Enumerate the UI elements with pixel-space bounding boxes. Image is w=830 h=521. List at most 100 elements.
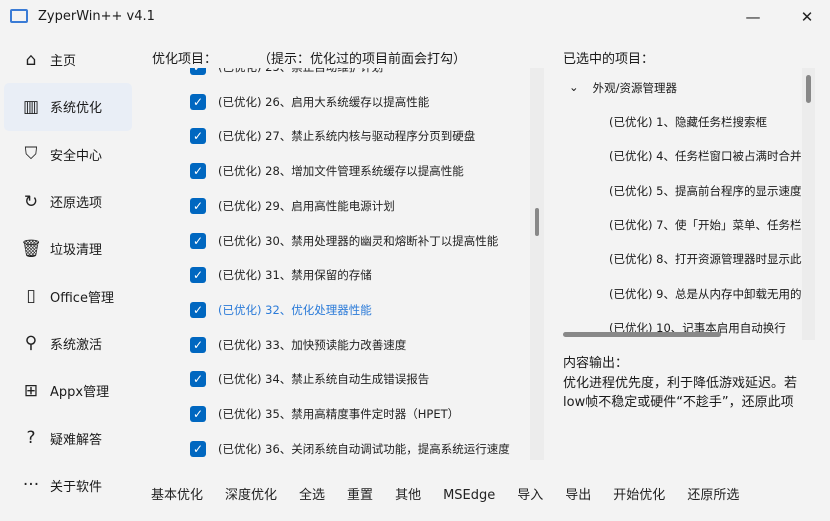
checkbox[interactable]: ✓ xyxy=(190,301,206,318)
action-button-1[interactable]: 深度优化 xyxy=(214,486,288,506)
sidebar-item-1[interactable]: ▥ 系统优化 xyxy=(4,83,132,131)
list-item[interactable]: ✓ (已优化) 34、禁止系统自动生成错误报告 xyxy=(190,369,429,389)
selected-tree: ⌄ 外观/资源管理器 (已优化) 1、隐藏任务栏搜索框 (已优化) 4、任务栏窗口被… xyxy=(557,68,815,340)
checkbox[interactable]: ✓ xyxy=(190,440,206,457)
checkbox[interactable]: ✓ xyxy=(190,371,206,388)
list-item[interactable]: ✓ (已优化) 33、加快预读能力改善速度 xyxy=(190,335,406,355)
sidebar-item-2[interactable]: ⛉ 安全中心 xyxy=(4,131,132,178)
tree-item[interactable]: (已优化) 1、隐藏任务栏搜索框 xyxy=(609,114,767,130)
sidebar-item-6[interactable]: ⚲ 系统激活 xyxy=(4,320,132,367)
nav-icon: ⛉ xyxy=(24,144,38,165)
sidebar-item-label: 系统优化 xyxy=(50,101,103,117)
checkbox[interactable]: ✓ xyxy=(190,93,206,110)
optimization-list: ✓ (已优化) 25、禁止自动维护计划 ✓ (已优化) 26、启用大系统缓存以提高性能… xyxy=(146,68,544,460)
sidebar-item-0[interactable]: ⌂ 主页 xyxy=(4,36,132,83)
action-button-0[interactable]: 基本优化 xyxy=(140,486,214,506)
sidebar-item-label: Office管理 xyxy=(50,290,114,306)
hint-text: （提示：优化过的项目前面会打勾） xyxy=(258,52,467,67)
tree-item[interactable]: (已优化) 7、使「开始」菜单、任务栏、操 xyxy=(609,217,815,233)
tree-hscrollbar-thumb[interactable] xyxy=(563,332,721,337)
item-label: (已优化) 30、禁用处理器的幽灵和熔断补丁以提高性能 xyxy=(218,233,499,248)
nav-icon: ⌂ xyxy=(25,49,37,70)
item-label: (已优化) 27、禁止系统内核与驱动程序分页到硬盘 xyxy=(218,129,476,144)
nav-icon: ⊞ xyxy=(23,380,39,401)
sidebar: ⌂ 主页 ▥ 系统优化 ⛉ 安全中心 ↻ 还原选项 🗑 垃圾清理 ▯ Office管理 ⚲ 系统激活 ⊞ Ap… xyxy=(0,36,136,509)
sidebar-item-3[interactable]: ↻ 还原选项 xyxy=(4,178,132,225)
checkbox[interactable]: ✓ xyxy=(190,163,206,180)
checkbox[interactable]: ✓ xyxy=(190,68,206,75)
nav-icon: ▥ xyxy=(22,96,40,117)
list-item[interactable]: ✓ (已优化) 32、优化处理器性能 xyxy=(190,300,372,320)
section-title: 优化项目： xyxy=(152,52,218,67)
list-item[interactable]: ✓ (已优化) 27、禁止系统内核与驱动程序分页到硬盘 xyxy=(190,126,475,146)
group-label: 外观/资源管理器 xyxy=(592,81,678,95)
tree-vscrollbar[interactable] xyxy=(802,68,815,340)
item-label: (已优化) 25、禁止自动维护计划 xyxy=(218,68,383,75)
checkbox[interactable]: ✓ xyxy=(190,406,206,422)
action-button-8[interactable]: 开始优化 xyxy=(602,486,676,506)
list-scrollbar[interactable] xyxy=(530,68,544,460)
title-bar: ZyperWin++ v4.1 — ✕ xyxy=(0,0,830,34)
nav-icon: ↻ xyxy=(23,191,39,212)
action-button-4[interactable]: 其他 xyxy=(384,486,432,506)
sidebar-item-5[interactable]: ▯ Office管理 xyxy=(4,272,132,319)
sidebar-item-4[interactable]: 🗑 垃圾清理 xyxy=(4,225,132,272)
sidebar-item-8[interactable]: ? 疑难解答 xyxy=(4,414,132,461)
sidebar-item-label: 系统激活 xyxy=(50,337,103,353)
list-scrollbar-thumb[interactable] xyxy=(535,208,539,236)
list-item[interactable]: ✓ (已优化) 25、禁止自动维护计划 xyxy=(190,68,383,77)
action-button-6[interactable]: 导入 xyxy=(506,486,554,506)
tree-vscrollbar-thumb[interactable] xyxy=(806,75,811,103)
tree-item[interactable]: (已优化) 4、任务栏窗口被占满时合并 xyxy=(609,148,801,164)
nav-icon: ? xyxy=(26,428,36,449)
item-label: (已优化) 31、禁用保留的存储 xyxy=(218,268,372,283)
checkbox[interactable]: ✓ xyxy=(190,336,206,353)
action-button-7[interactable]: 导出 xyxy=(554,486,602,506)
item-label: (已优化) 35、禁用高精度事件定时器（HPET） xyxy=(218,407,460,421)
action-button-9[interactable]: 还原所选 xyxy=(676,486,750,506)
checkbox[interactable]: ✓ xyxy=(190,128,206,145)
item-label: (已优化) 29、启用高性能电源计划 xyxy=(218,198,395,213)
sidebar-item-label: 疑难解答 xyxy=(50,432,103,448)
item-label: (已优化) 33、加快预读能力改善速度 xyxy=(218,337,407,352)
list-item[interactable]: ✓ (已优化) 31、禁用保留的存储 xyxy=(190,265,372,285)
list-item[interactable]: ✓ (已优化) 35、禁用高精度事件定时器（HPET） xyxy=(190,404,459,424)
selected-title: 已选中的项目： xyxy=(563,52,655,67)
action-button-3[interactable]: 重置 xyxy=(336,486,384,506)
tree-item[interactable]: (已优化) 9、总是从内存中卸载无用的DLL xyxy=(609,286,815,302)
chevron-down-icon[interactable]: ⌄ xyxy=(569,80,579,96)
tree-item[interactable]: (已优化) 8、打开资源管理器时显示此电脑 xyxy=(609,251,815,267)
item-label: (已优化) 26、启用大系统缓存以提高性能 xyxy=(218,94,430,109)
tree-group[interactable]: ⌄ 外观/资源管理器 xyxy=(569,80,677,96)
nav-icon: ▯ xyxy=(26,286,36,307)
list-item[interactable]: ✓ (已优化) 28、增加文件管理系统缓存以提高性能 xyxy=(190,161,464,181)
output-text: 优化进程优先度，利于降低游戏延迟。若low帧不稳定或硬件“不趁手”，还原此项 xyxy=(563,376,798,410)
minimize-button[interactable]: — xyxy=(738,4,768,30)
action-button-5[interactable]: MSEdge xyxy=(432,486,506,506)
list-item[interactable]: ✓ (已优化) 36、关闭系统自动调试功能，提高系统运行速度 xyxy=(190,439,510,459)
sidebar-item-label: 垃圾清理 xyxy=(50,243,103,259)
item-label: (已优化) 32、优化处理器性能 xyxy=(218,302,372,317)
sidebar-item-7[interactable]: ⊞ Appx管理 xyxy=(4,367,132,414)
nav-icon: 🗑 xyxy=(20,238,42,259)
sidebar-item-label: 主页 xyxy=(50,54,77,70)
action-button-2[interactable]: 全选 xyxy=(288,486,336,506)
app-icon xyxy=(10,9,28,23)
checkbox[interactable]: ✓ xyxy=(190,267,206,284)
list-item[interactable]: ✓ (已优化) 30、禁用处理器的幽灵和熔断补丁以提高性能 xyxy=(190,231,498,251)
checkbox[interactable]: ✓ xyxy=(190,232,206,249)
list-item[interactable]: ✓ (已优化) 26、启用大系统缓存以提高性能 xyxy=(190,92,429,112)
checkbox[interactable]: ✓ xyxy=(190,197,206,214)
item-label: (已优化) 34、禁止系统自动生成错误报告 xyxy=(218,372,430,387)
item-label: (已优化) 36、关闭系统自动调试功能，提高系统运行速度 xyxy=(218,441,510,456)
close-button[interactable]: ✕ xyxy=(792,4,822,30)
sidebar-item-label: 关于软件 xyxy=(50,479,103,495)
tree-item[interactable]: (已优化) 5、提高前台程序的显示速度 xyxy=(609,183,801,199)
nav-icon: ⚲ xyxy=(24,333,38,354)
sidebar-item-label: 还原选项 xyxy=(50,196,103,212)
list-item[interactable]: ✓ (已优化) 29、启用高性能电源计划 xyxy=(190,196,395,216)
sidebar-item-label: Appx管理 xyxy=(50,385,110,401)
sidebar-item-9[interactable]: ··· 关于软件 xyxy=(4,462,132,509)
sidebar-item-label: 安全中心 xyxy=(50,148,103,164)
nav-icon: ··· xyxy=(22,475,40,496)
